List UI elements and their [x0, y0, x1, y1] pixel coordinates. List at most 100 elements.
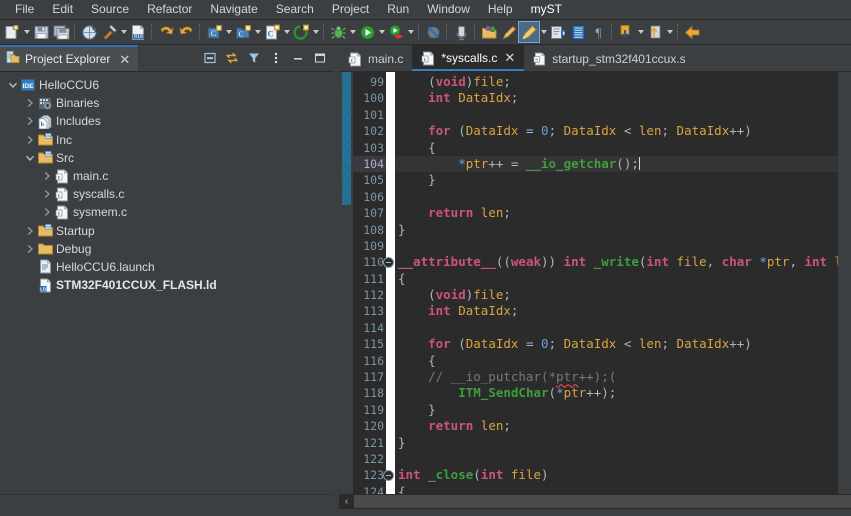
new-c-folder-icon[interactable]: C: [233, 22, 253, 42]
code-line[interactable]: {: [395, 140, 838, 156]
tree-item-startup[interactable]: Startup: [0, 222, 334, 240]
editor-tab-main-c[interactable]: c main.c: [339, 45, 412, 71]
code-line[interactable]: for (DataIdx = 0; DataIdx < len; DataIdx…: [395, 336, 838, 352]
tree-item-sysmem-c[interactable]: c sysmem.c: [0, 203, 334, 221]
chevron-right-icon[interactable]: [40, 207, 54, 217]
chevron-down-icon[interactable]: [377, 22, 386, 42]
chevron-right-icon[interactable]: [40, 171, 54, 181]
print-icon[interactable]: [79, 22, 99, 42]
code-line[interactable]: (void)file;: [395, 287, 838, 303]
tree-item-inc[interactable]: Inc: [0, 131, 334, 149]
memory-icon[interactable]: [451, 22, 471, 42]
menu-item-search[interactable]: Search: [267, 0, 323, 19]
chevron-right-icon[interactable]: [23, 98, 37, 108]
chevron-down-icon[interactable]: [119, 22, 128, 42]
binary-0101-icon[interactable]: 010: [128, 22, 148, 42]
code-line[interactable]: int _close(int file): [395, 467, 838, 483]
next-annotation-icon[interactable]: [548, 22, 568, 42]
skip-breakpoints-icon[interactable]: [423, 22, 443, 42]
tree-item-stm32f401ccux-flash-ld[interactable]: LD STM32F401CCUX_FLASH.ld: [0, 276, 334, 294]
tree-item-src[interactable]: Src: [0, 149, 334, 167]
code-line[interactable]: }: [395, 172, 838, 188]
close-icon[interactable]: ✕: [119, 53, 130, 66]
link-with-editor-icon[interactable]: [222, 48, 242, 68]
pilcrow-icon[interactable]: ¶: [588, 22, 608, 42]
code-text[interactable]: (void)file; int DataIdx; for (DataIdx = …: [395, 72, 838, 494]
code-line[interactable]: return len;: [395, 205, 838, 221]
tab-project-explorer[interactable]: Project Explorer ✕: [0, 45, 139, 71]
code-line[interactable]: [395, 238, 838, 254]
overview-ruler[interactable]: [838, 72, 851, 494]
debug-bug-icon[interactable]: [328, 22, 348, 42]
open-perspective-icon[interactable]: [479, 22, 499, 42]
code-line[interactable]: [395, 189, 838, 205]
folding-margin[interactable]: [383, 72, 395, 494]
run-play-icon[interactable]: [357, 22, 377, 42]
tree-item-helloccu6[interactable]: IDE HelloCCU6: [0, 76, 334, 94]
code-line[interactable]: for (DataIdx = 0; DataIdx < len; DataIdx…: [395, 123, 838, 139]
code-line[interactable]: {: [395, 353, 838, 369]
code-line[interactable]: [395, 451, 838, 467]
fold-toggle-icon[interactable]: [383, 467, 395, 483]
pencil-marker-icon[interactable]: [499, 22, 519, 42]
save-icon[interactable]: [31, 22, 51, 42]
view-menu-icon[interactable]: [266, 48, 286, 68]
new-c-file-icon[interactable]: C: [262, 22, 282, 42]
chevron-down-icon[interactable]: [539, 22, 548, 42]
code-line[interactable]: }: [395, 222, 838, 238]
code-line[interactable]: ITM_SendChar(*ptr++);: [395, 385, 838, 401]
undo-arrow-icon[interactable]: [156, 22, 176, 42]
menu-item-refactor[interactable]: Refactor: [138, 0, 201, 19]
filter-icon[interactable]: [244, 48, 264, 68]
chevron-down-icon[interactable]: [6, 80, 20, 90]
chevron-down-icon[interactable]: [406, 22, 415, 42]
redo-arrow-icon[interactable]: [176, 22, 196, 42]
chevron-right-icon[interactable]: [23, 226, 37, 236]
code-line[interactable]: return len;: [395, 418, 838, 434]
chevron-down-icon[interactable]: [636, 22, 645, 42]
close-icon[interactable]: ✕: [504, 50, 515, 66]
menu-item-run[interactable]: Run: [378, 0, 418, 19]
menu-item-project[interactable]: Project: [323, 0, 378, 19]
menu-item-edit[interactable]: Edit: [43, 0, 82, 19]
collapse-down-icon[interactable]: [616, 22, 636, 42]
maximize-view-icon[interactable]: [310, 48, 330, 68]
build-hammer-icon[interactable]: [99, 22, 119, 42]
chevron-right-icon[interactable]: [23, 244, 37, 254]
chevron-down-icon[interactable]: [311, 22, 320, 42]
new-file-icon[interactable]: [2, 22, 22, 42]
chevron-down-icon[interactable]: [348, 22, 357, 42]
code-line[interactable]: [395, 107, 838, 123]
code-line[interactable]: __attribute__((weak)) int _write(int fil…: [395, 254, 838, 270]
collapse-all-icon[interactable]: [200, 48, 220, 68]
fold-minus-icon[interactable]: [383, 257, 394, 269]
tree-item-binaries[interactable]: Binaries: [0, 94, 334, 112]
annotation-ruler[interactable]: [339, 72, 353, 494]
chevron-right-icon[interactable]: [23, 135, 37, 145]
chevron-right-icon[interactable]: [40, 189, 54, 199]
horizontal-scroll-thumb[interactable]: [354, 495, 851, 508]
menu-item-help[interactable]: Help: [479, 0, 522, 19]
new-class-icon[interactable]: [291, 22, 311, 42]
code-line[interactable]: int DataIdx;: [395, 303, 838, 319]
tree-item-syscalls-c[interactable]: c syscalls.c: [0, 185, 334, 203]
expand-up-icon[interactable]: [645, 22, 665, 42]
tree-item-debug[interactable]: Debug: [0, 240, 334, 258]
menu-item-window[interactable]: Window: [418, 0, 479, 19]
editor-tab-startup-stm32f401ccux-s[interactable]: Sstartup_stm32f401ccux.s: [524, 45, 694, 71]
save-all-icon[interactable]: [51, 22, 71, 42]
editor-tab-syscalls-c[interactable]: c *syscalls.c ✕: [412, 45, 525, 71]
tree-item-includes[interactable]: h Includes: [0, 112, 334, 130]
back-arrow-icon[interactable]: [682, 22, 702, 42]
code-line[interactable]: // __io_putchar(*ptr++);(: [395, 369, 838, 385]
highlight-pen-icon[interactable]: [518, 21, 540, 43]
editor-horizontal-scrollbar[interactable]: ‹: [339, 494, 851, 509]
code-line[interactable]: }: [395, 435, 838, 451]
chevron-down-icon[interactable]: [22, 22, 31, 42]
chevron-down-icon[interactable]: [23, 153, 37, 163]
tree-item-main-c[interactable]: c main.c: [0, 167, 334, 185]
run-external-icon[interactable]: [386, 22, 406, 42]
menu-item-source[interactable]: Source: [82, 0, 138, 19]
scroll-left-icon[interactable]: ‹: [339, 494, 354, 509]
code-line[interactable]: (void)file;: [395, 74, 838, 90]
